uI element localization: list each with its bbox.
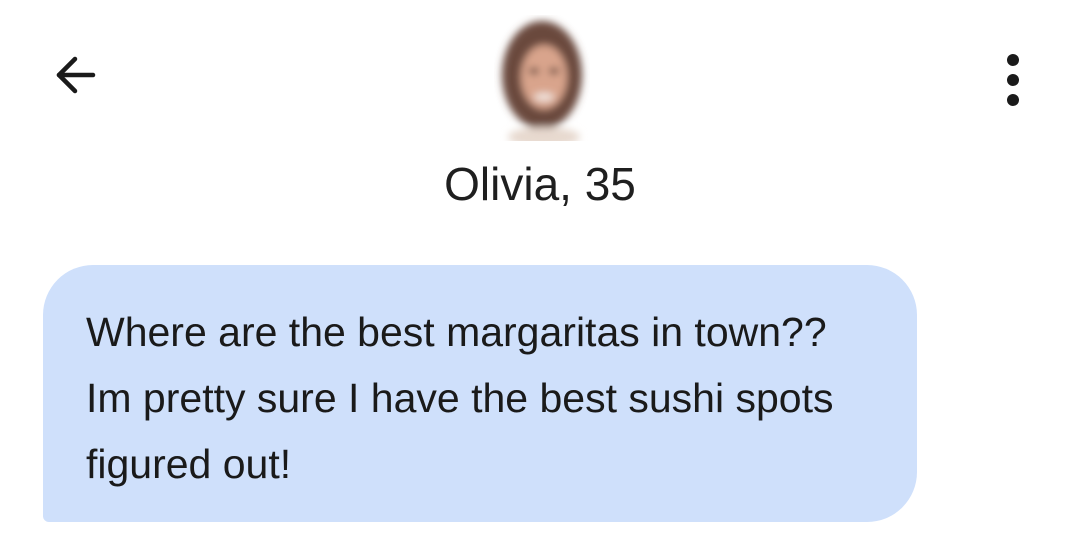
more-vertical-icon	[1007, 54, 1019, 106]
back-button[interactable]	[40, 40, 110, 110]
more-options-button[interactable]	[985, 42, 1041, 118]
arrow-left-icon	[56, 56, 96, 94]
profile-name[interactable]: Olivia, 35	[340, 154, 740, 214]
chat-screen: Olivia, 35 Where are the best margaritas…	[0, 0, 1080, 548]
profile-photo	[502, 21, 582, 147]
incoming-message-bubble[interactable]: Where are the best margaritas in town?? …	[43, 265, 917, 522]
message-text: Where are the best margaritas in town?? …	[86, 309, 834, 487]
avatar[interactable]	[494, 15, 590, 147]
